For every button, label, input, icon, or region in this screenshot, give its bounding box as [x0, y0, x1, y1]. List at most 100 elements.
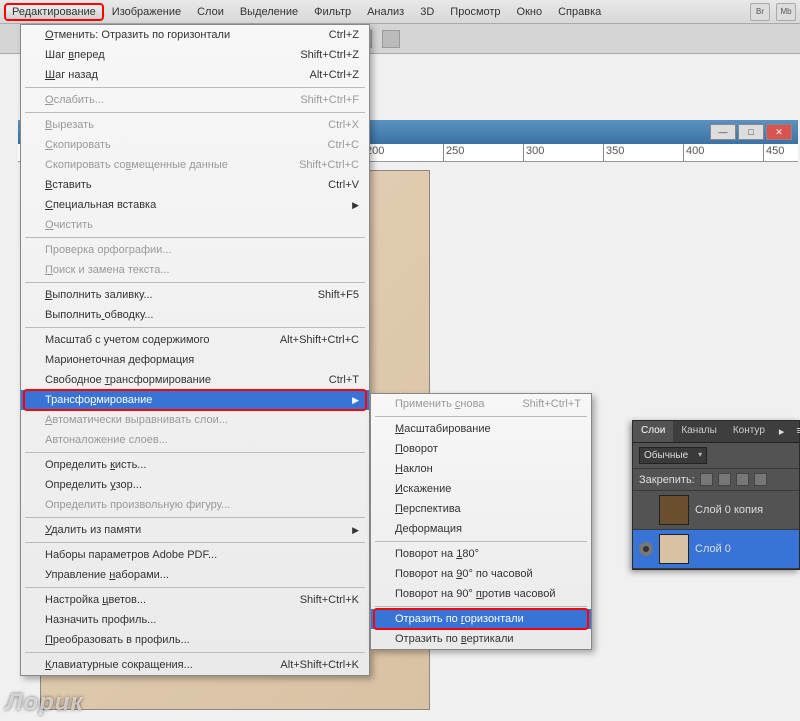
menu-item[interactable]: Выполнить обводку... [21, 305, 369, 325]
menu-item[interactable]: Искажение [371, 479, 591, 499]
menu-item[interactable]: Поворот [371, 439, 591, 459]
lock-position-icon[interactable] [736, 473, 749, 486]
menu-item: Очистить [21, 215, 369, 235]
menu-item-shortcut: Shift+Ctrl+K [300, 594, 359, 606]
submenu-arrow-icon: ▶ [352, 200, 359, 211]
menu-item[interactable]: Масштабирование [371, 419, 591, 439]
menu-item[interactable]: Преобразовать в профиль... [21, 630, 369, 650]
menu-item[interactable]: Трансформирование▶ [21, 390, 369, 410]
layer-name[interactable]: Слой 0 копия [695, 504, 763, 516]
menu-item[interactable]: Отразить по горизонтали [371, 609, 591, 629]
menu-item[interactable]: Отменить: Отразить по горизонталиCtrl+Z [21, 25, 369, 45]
menu-анализ[interactable]: Анализ [359, 3, 412, 21]
menu-item[interactable]: Выполнить заливку...Shift+F5 [21, 285, 369, 305]
menu-item-shortcut: Shift+Ctrl+F [300, 94, 359, 106]
menu-item[interactable]: Свободное трансформированиеCtrl+T [21, 370, 369, 390]
menu-separator [375, 541, 587, 542]
menu-item-label: Отменить: Отразить по горизонтали [45, 29, 230, 41]
menu-item[interactable]: Настройка цветов...Shift+Ctrl+K [21, 590, 369, 610]
tab-paths[interactable]: Контур [725, 421, 773, 442]
minimize-button[interactable]: — [710, 124, 736, 140]
menu-item-label: Поиск и замена текста... [45, 264, 170, 276]
menu-item[interactable]: Поворот на 90° против часовой [371, 584, 591, 604]
submenu-arrow-icon: ▶ [352, 525, 359, 536]
menu-фильтр[interactable]: Фильтр [306, 3, 359, 21]
menu-item-label: Перспектива [395, 503, 461, 515]
submenu-arrow-icon: ▶ [352, 395, 359, 406]
menu-item[interactable]: Деформация [371, 519, 591, 539]
collapse-icon[interactable]: ▸ [773, 421, 791, 442]
lock-pixels-icon[interactable] [718, 473, 731, 486]
maximize-button[interactable]: □ [738, 124, 764, 140]
close-button[interactable]: ✕ [766, 124, 792, 140]
menu-item-shortcut: Shift+F5 [318, 289, 359, 301]
menu-item[interactable]: Шаг назадAlt+Ctrl+Z [21, 65, 369, 85]
menu-item-label: Вырезать [45, 119, 94, 131]
ruler-tick: 400 [683, 144, 706, 162]
menu-item[interactable]: Наборы параметров Adobe PDF... [21, 545, 369, 565]
menu-item-label: Искажение [395, 483, 451, 495]
menu-item-label: Удалить из памяти [45, 524, 141, 536]
mb-icon[interactable]: Mb [776, 3, 796, 21]
menu-item[interactable]: Отразить по вертикали [371, 629, 591, 649]
layer-thumbnail[interactable] [659, 495, 689, 525]
lock-transparency-icon[interactable] [700, 473, 713, 486]
tool-icon[interactable] [382, 30, 400, 48]
menu-item[interactable]: ВставитьCtrl+V [21, 175, 369, 195]
menu-item-label: Определить произвольную фигуру... [45, 499, 230, 511]
menu-item-label: Деформация [395, 523, 462, 535]
menu-изображение[interactable]: Изображение [104, 3, 189, 21]
visibility-eye-icon[interactable] [639, 542, 653, 556]
br-icon[interactable]: Br [750, 3, 770, 21]
ruler-tick: 450 [763, 144, 786, 162]
blend-mode-row: Обычные [633, 443, 799, 469]
menu-item-label: Масштаб с учетом содержимого [45, 334, 210, 346]
menu-3d[interactable]: 3D [412, 3, 442, 21]
ruler-tick: 300 [523, 144, 546, 162]
menu-item[interactable]: Масштаб с учетом содержимого Alt+Shift+Ct… [21, 330, 369, 350]
menu-item[interactable]: Перспектива [371, 499, 591, 519]
menu-слои[interactable]: Слои [189, 3, 232, 21]
menu-item[interactable]: Шаг впередShift+Ctrl+Z [21, 45, 369, 65]
menu-item[interactable]: Поворот на 180° [371, 544, 591, 564]
menu-справка[interactable]: Справка [550, 3, 609, 21]
menu-item[interactable]: Удалить из памяти ▶ [21, 520, 369, 540]
menu-item[interactable]: Определить кисть... [21, 455, 369, 475]
layer-row[interactable]: Слой 0 [633, 530, 799, 569]
menu-item[interactable]: Клавиатурные сокращения...Alt+Shift+Ctrl… [21, 655, 369, 675]
visibility-eye-icon[interactable] [639, 503, 653, 517]
tab-layers[interactable]: Слои [633, 421, 673, 442]
menu-item[interactable]: Определить узор... [21, 475, 369, 495]
menu-item[interactable]: Управление наборами... [21, 565, 369, 585]
layer-thumbnail[interactable] [659, 534, 689, 564]
menu-окно[interactable]: Окно [509, 3, 551, 21]
menu-separator [25, 282, 365, 283]
layer-row[interactable]: Слой 0 копия [633, 491, 799, 530]
menu-item-label: Автоматически выравнивать слои... [45, 414, 228, 426]
menu-item[interactable]: Поворот на 90° по часовой [371, 564, 591, 584]
layer-name[interactable]: Слой 0 [695, 543, 731, 555]
menu-item[interactable]: Назначить профиль... [21, 610, 369, 630]
menu-item: Применить сноваShift+Ctrl+T [371, 394, 591, 414]
menu-separator [25, 87, 365, 88]
menu-item-shortcut: Alt+Shift+Ctrl+C [280, 334, 359, 346]
menu-item[interactable]: Марионеточная деформация [21, 350, 369, 370]
menu-редактирование[interactable]: Редактирование [4, 3, 104, 21]
menu-item-label: Отразить по горизонтали [395, 613, 524, 625]
blend-mode-combo[interactable]: Обычные [639, 447, 707, 464]
lock-all-icon[interactable] [754, 473, 767, 486]
menu-icon[interactable]: ≡ [790, 421, 800, 442]
tab-channels[interactable]: Каналы [673, 421, 725, 442]
menu-separator [25, 542, 365, 543]
menu-выделение[interactable]: Выделение [232, 3, 306, 21]
menu-item-shortcut: Shift+Ctrl+C [299, 159, 359, 171]
menubar-items: РедактированиеИзображениеСлоиВыделениеФи… [4, 3, 609, 21]
menu-item[interactable]: Специальная вставка▶ [21, 195, 369, 215]
menu-separator [25, 452, 365, 453]
menu-просмотр[interactable]: Просмотр [442, 3, 508, 21]
menu-separator [25, 652, 365, 653]
menu-item: Автоматически выравнивать слои... [21, 410, 369, 430]
lock-row: Закрепить: [633, 469, 799, 491]
menu-item-label: Ослабить... [45, 94, 104, 106]
menu-item[interactable]: Наклон [371, 459, 591, 479]
